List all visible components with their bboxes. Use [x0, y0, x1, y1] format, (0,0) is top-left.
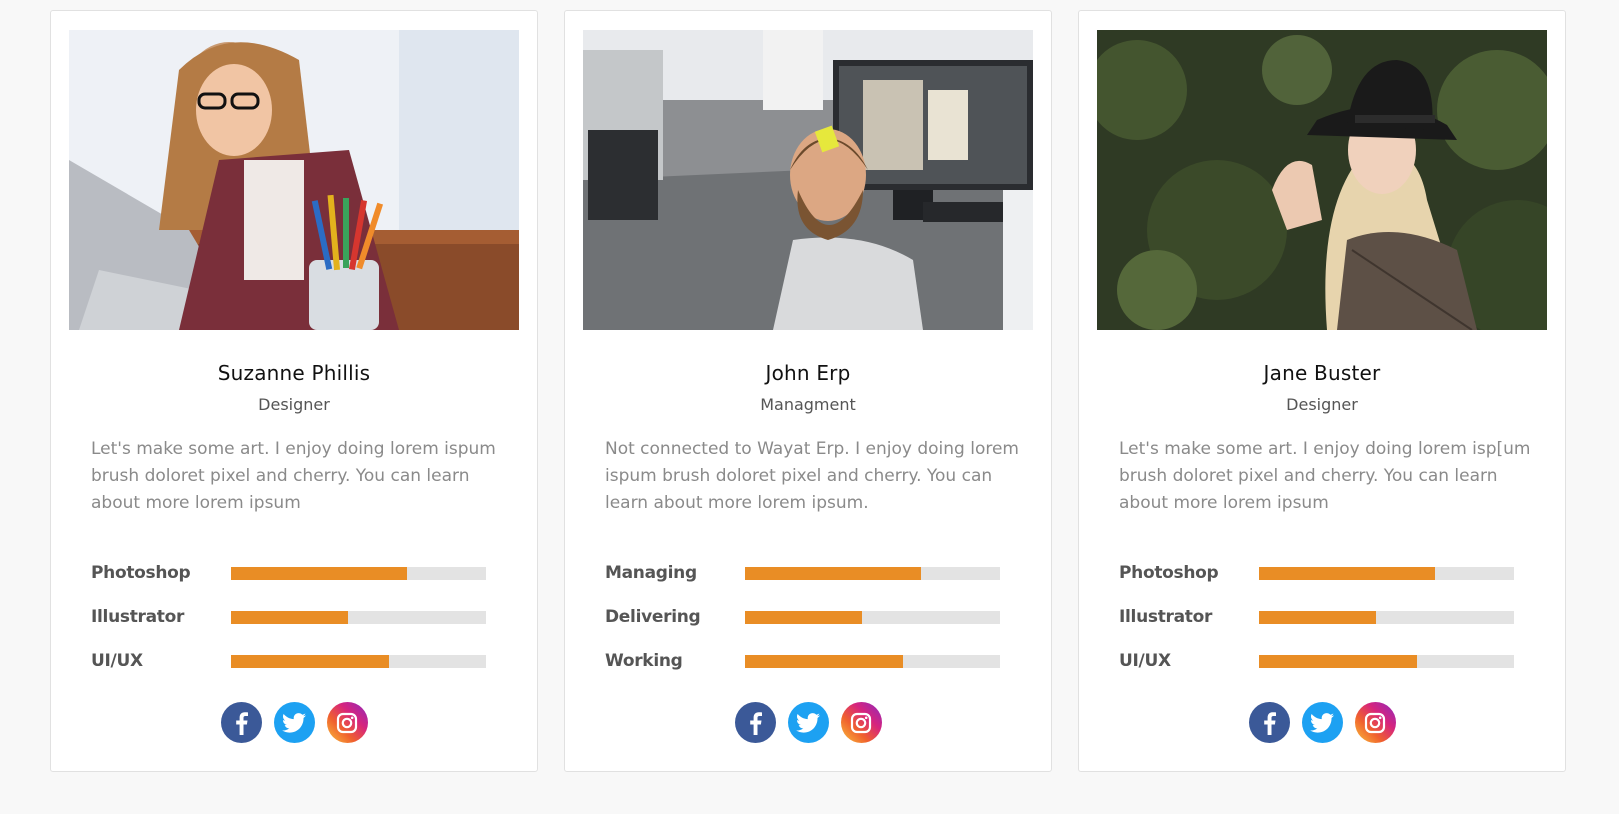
skill-row: Photoshop	[91, 551, 486, 595]
skills-list: Photoshop Illustrator UI/UX	[91, 551, 486, 683]
skill-bar-fill	[231, 566, 407, 580]
skill-bar	[745, 566, 1000, 580]
skill-bar-fill	[745, 654, 904, 668]
skills-list: Managing Delivering Working	[605, 551, 1000, 683]
skill-bar-fill	[745, 610, 863, 624]
skill-bar	[1259, 654, 1514, 668]
social-links	[51, 702, 537, 743]
skill-bar-fill	[745, 566, 921, 580]
skill-label: Photoshop	[1119, 563, 1219, 583]
profile-photo	[69, 30, 519, 330]
skill-row: UI/UX	[1119, 639, 1514, 683]
skill-label: UI/UX	[91, 651, 143, 671]
skill-row: UI/UX	[91, 639, 486, 683]
team-card: Jane Buster Designer Let's make some art…	[1078, 10, 1566, 772]
social-links	[1079, 702, 1565, 743]
team-card: Suzanne Phillis Designer Let's make some…	[50, 10, 538, 772]
profile-photo	[1097, 30, 1547, 330]
facebook-icon[interactable]	[734, 702, 776, 743]
member-description: Let's make some art. I enjoy doing lorem…	[1119, 439, 1531, 513]
member-role: Designer	[1286, 395, 1358, 414]
skill-row: Working	[605, 639, 1000, 683]
skill-label: Managing	[605, 563, 697, 583]
social-links	[565, 702, 1051, 743]
skills-list: Photoshop Illustrator UI/UX	[1119, 551, 1514, 683]
skill-row: Illustrator	[1119, 595, 1514, 639]
skill-bar	[231, 566, 486, 580]
skill-bar	[1259, 566, 1514, 580]
member-name: Jane Buster	[1263, 361, 1381, 385]
skill-label: Photoshop	[91, 563, 191, 583]
member-description: Not connected to Wayat Erp. I enjoy doin…	[605, 439, 1019, 513]
facebook-icon[interactable]	[220, 702, 262, 743]
skill-row: Photoshop	[1119, 551, 1514, 595]
skill-label: Delivering	[605, 607, 701, 627]
skill-bar	[231, 610, 486, 624]
facebook-icon[interactable]	[1248, 702, 1290, 743]
skill-bar-fill	[231, 610, 349, 624]
member-role: Managment	[760, 395, 856, 414]
instagram-icon[interactable]	[1354, 702, 1396, 743]
skill-bar-fill	[231, 654, 390, 668]
skill-label: Illustrator	[1119, 607, 1213, 627]
twitter-icon[interactable]	[1301, 702, 1343, 743]
skill-label: UI/UX	[1119, 651, 1171, 671]
skill-row: Managing	[605, 551, 1000, 595]
skill-label: Working	[605, 651, 683, 671]
member-name: Suzanne Phillis	[217, 361, 371, 385]
skill-bar	[1259, 610, 1514, 624]
twitter-icon[interactable]	[273, 702, 315, 743]
skill-bar-fill	[1259, 654, 1418, 668]
skill-bar-fill	[1259, 610, 1377, 624]
team-card: John Erp Managment Not connected to Waya…	[564, 10, 1052, 772]
instagram-icon[interactable]	[840, 702, 882, 743]
instagram-icon[interactable]	[326, 702, 368, 743]
skill-label: Illustrator	[91, 607, 185, 627]
skill-row: Illustrator	[91, 595, 486, 639]
skill-bar	[745, 610, 1000, 624]
member-role: Designer	[258, 395, 330, 414]
skill-bar-fill	[1259, 566, 1435, 580]
member-name: John Erp	[765, 361, 851, 385]
profile-photo	[583, 30, 1033, 330]
skill-bar	[745, 654, 1000, 668]
team-cards: Suzanne Phillis Designer Let's make some…	[50, 10, 1566, 772]
twitter-icon[interactable]	[787, 702, 829, 743]
member-description: Let's make some art. I enjoy doing lorem…	[91, 439, 496, 513]
skill-bar	[231, 654, 486, 668]
skill-row: Delivering	[605, 595, 1000, 639]
